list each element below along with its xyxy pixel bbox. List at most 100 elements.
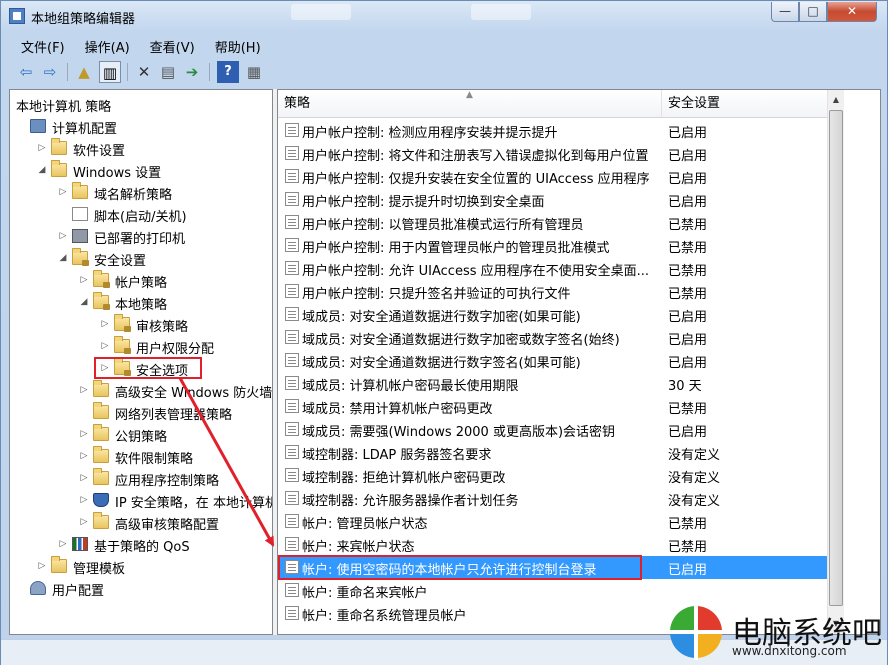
collapsed-arrow-icon[interactable]: ▷ [100, 319, 110, 329]
tree-item[interactable]: ▷ 帐户策略 [10, 270, 272, 292]
policy-row[interactable]: 用户帐户控制: 只提升签名并验证的可执行文件 已禁用 [278, 280, 827, 303]
show-hide-tree-icon[interactable]: ▥ [99, 61, 121, 83]
back-arrow-icon[interactable]: ⇦ [15, 61, 37, 83]
folder-icon [51, 556, 67, 573]
policy-row[interactable]: 用户帐户控制: 将文件和注册表写入错误虚拟化到每用户位置 已启用 [278, 142, 827, 165]
expanded-arrow-icon[interactable]: ◢ [79, 297, 89, 307]
policy-row[interactable]: 用户帐户控制: 用于内置管理员帐户的管理员批准模式 已禁用 [278, 234, 827, 257]
tree-item[interactable]: ▷ IP 安全策略，在 本地计算机 [10, 490, 272, 512]
expanded-arrow-icon[interactable]: ◢ [58, 253, 68, 263]
tree-pane[interactable]: 本地计算机 策略 计算机配置 ▷ 软件设置 ◢ Windows 设置 ▷ 域名解析策略 脚本(… [9, 89, 273, 635]
collapsed-arrow-icon[interactable]: ▷ [58, 187, 68, 197]
windows-logo-icon [668, 604, 724, 660]
up-folder-icon[interactable]: ▲ [73, 61, 95, 83]
tree-item[interactable]: ▷ 公钥策略 [10, 424, 272, 446]
policy-row[interactable]: 帐户: 来宾帐户状态 已禁用 [278, 533, 827, 556]
policy-row[interactable]: 域成员: 对安全通道数据进行数字签名(如果可能) 已启用 [278, 349, 827, 372]
collapsed-arrow-icon[interactable]: ▷ [79, 517, 89, 527]
policy-row[interactable]: 域成员: 计算机帐户密码最长使用期限 30 天 [278, 372, 827, 395]
policy-row[interactable]: 域成员: 对安全通道数据进行数字加密(如果可能) 已启用 [278, 303, 827, 326]
tree-item[interactable]: ▷ 域名解析策略 [10, 182, 272, 204]
title-bar[interactable]: 本地组策略编辑器 — □ ✕ [1, 1, 887, 31]
scroll-up-icon[interactable]: ▲ [830, 93, 842, 107]
help-icon[interactable]: ? [217, 61, 239, 83]
collapsed-arrow-icon[interactable]: ▷ [37, 143, 47, 153]
tree-item[interactable]: ▷ 审核策略 [10, 314, 272, 336]
policy-setting-icon [285, 192, 299, 206]
menu-action[interactable]: 操作(A) [73, 35, 138, 58]
collapsed-arrow-icon[interactable]: ▷ [100, 341, 110, 351]
background-blur [291, 4, 351, 20]
tree-item[interactable]: ◢ 安全设置 [10, 248, 272, 270]
vertical-scrollbar[interactable]: ▲ ▼ [827, 90, 844, 634]
folder-icon [93, 380, 109, 397]
tree-item[interactable]: ◢ 本地策略 [10, 292, 272, 314]
locked-folder-icon [114, 336, 131, 354]
scrollbar-thumb[interactable] [829, 110, 843, 606]
policy-row[interactable]: 帐户: 管理员帐户状态 已禁用 [278, 510, 827, 533]
close-button[interactable]: ✕ [827, 2, 877, 22]
maximize-button[interactable]: □ [799, 2, 827, 22]
tree-item[interactable]: ▷ 已部署的打印机 [10, 226, 272, 248]
policy-row[interactable]: 域成员: 禁用计算机帐户密码更改 已禁用 [278, 395, 827, 418]
policy-row[interactable]: 用户帐户控制: 提示提升时切换到安全桌面 已启用 [278, 188, 827, 211]
policy-row[interactable]: 域成员: 对安全通道数据进行数字加密或数字签名(始终) 已启用 [278, 326, 827, 349]
policy-name: 域成员: 需要强(Windows 2000 或更高版本)会话密钥 [302, 425, 616, 440]
collapsed-arrow-icon[interactable]: ▷ [79, 473, 89, 483]
properties-icon[interactable]: ▤ [157, 61, 179, 83]
policy-row[interactable]: 域控制器: 允许服务器操作者计划任务 没有定义 [278, 487, 827, 510]
menu-view[interactable]: 查看(V) [138, 35, 203, 58]
menu-file[interactable]: 文件(F) [9, 35, 73, 58]
tree-item[interactable]: ▷ 用户权限分配 [10, 336, 272, 358]
policy-row[interactable]: 域控制器: 拒绝计算机帐户密码更改 没有定义 [278, 464, 827, 487]
tree-item[interactable]: 用户配置 [10, 578, 272, 600]
policy-row[interactable]: 用户帐户控制: 检测应用程序安装并提示提升 已启用 [278, 119, 827, 142]
policy-setting-value: 已禁用 [668, 540, 708, 555]
tree-root[interactable]: 本地计算机 策略 [16, 96, 111, 115]
collapsed-arrow-icon[interactable]: ▷ [58, 539, 68, 549]
policy-row[interactable]: 用户帐户控制: 以管理员批准模式运行所有管理员 已禁用 [278, 211, 827, 234]
policy-setting-value: 已启用 [668, 126, 708, 141]
collapsed-arrow-icon[interactable]: ▷ [79, 451, 89, 461]
tree-item[interactable]: ◢ Windows 设置 [10, 160, 272, 182]
tree-item[interactable]: 计算机配置 [10, 116, 272, 138]
folder-icon [51, 160, 67, 177]
tree-item[interactable]: 网络列表管理器策略 [10, 402, 272, 424]
policy-row[interactable]: 域控制器: LDAP 服务器签名要求 没有定义 [278, 441, 827, 464]
column-header-policy[interactable]: ▲ 策略 [278, 90, 662, 118]
tree-item[interactable]: ▷ 管理模板 [10, 556, 272, 578]
policy-list-pane[interactable]: ▲ 策略 安全设置 ▲ ▼ 用户帐户控制: 检测应用程序安装并提示提升 已启用 用户… [277, 89, 881, 635]
minimize-button[interactable]: — [771, 2, 799, 22]
collapsed-arrow-icon[interactable]: ▷ [79, 429, 89, 439]
collapsed-arrow-icon[interactable]: ▷ [79, 275, 89, 285]
tree-item[interactable]: ▷ 高级安全 Windows 防火墙 [10, 380, 272, 402]
tree-item[interactable]: ▷ 高级审核策略配置 [10, 512, 272, 534]
delete-x-icon[interactable]: ✕ [133, 61, 155, 83]
forward-arrow-icon[interactable]: ⇨ [39, 61, 61, 83]
tree-item[interactable]: ▷ 基于策略的 QoS [10, 534, 272, 556]
tree-item-label: 计算机配置 [52, 122, 118, 137]
tree-item[interactable]: ▷ 软件限制策略 [10, 446, 272, 468]
tree-item-label: 高级安全 Windows 防火墙 [115, 386, 273, 401]
column-header-setting[interactable]: 安全设置 [662, 90, 827, 118]
tree-item[interactable]: ▷ 软件设置 [10, 138, 272, 160]
tree-item[interactable]: 脚本(启动/关机) [10, 204, 272, 226]
tree-item[interactable]: ▷ 应用程序控制策略 [10, 468, 272, 490]
collapsed-arrow-icon[interactable]: ▷ [37, 561, 47, 571]
policy-row[interactable]: 用户帐户控制: 仅提升安装在安全位置的 UIAccess 应用程序 已启用 [278, 165, 827, 188]
policy-setting-icon [285, 123, 299, 137]
policy-row[interactable]: 帐户: 重命名来宾帐户 [278, 579, 827, 602]
sort-ascending-icon: ▲ [466, 90, 473, 100]
expanded-arrow-icon[interactable]: ◢ [37, 165, 47, 175]
view-icon[interactable]: ▦ [243, 61, 265, 83]
collapsed-arrow-icon[interactable]: ▷ [79, 385, 89, 395]
policy-setting-icon [285, 169, 299, 183]
policy-row[interactable]: 域成员: 需要强(Windows 2000 或更高版本)会话密钥 已启用 [278, 418, 827, 441]
policy-row[interactable]: 用户帐户控制: 允许 UIAccess 应用程序在不使用安全桌面... 已禁用 [278, 257, 827, 280]
policy-setting-value: 已启用 [668, 195, 708, 210]
collapsed-arrow-icon[interactable]: ▷ [79, 495, 89, 505]
ip-security-icon [93, 493, 109, 507]
menu-help[interactable]: 帮助(H) [203, 35, 269, 58]
export-list-icon[interactable]: ➔ [181, 61, 203, 83]
collapsed-arrow-icon[interactable]: ▷ [58, 231, 68, 241]
